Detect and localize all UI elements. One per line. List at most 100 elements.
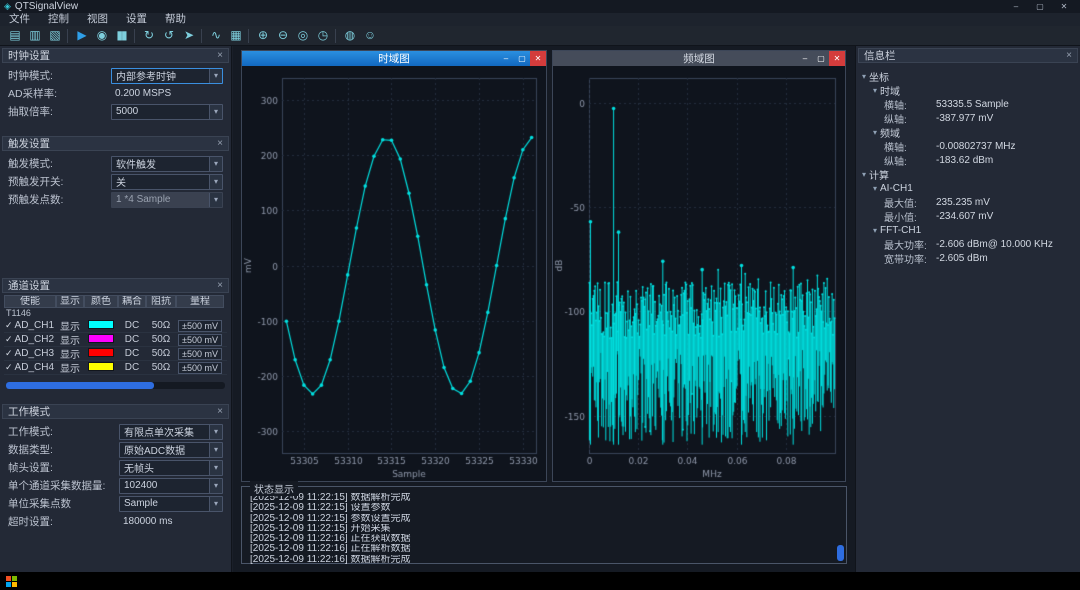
save-icon[interactable]: ▤ (4, 26, 24, 45)
collapse-arrow-icon[interactable]: ▾ (873, 226, 877, 235)
chevron-down-icon[interactable]: ▾ (209, 157, 222, 171)
channel-color-swatch[interactable] (88, 348, 114, 357)
frequency-domain-plot[interactable] (553, 66, 845, 481)
timer-icon[interactable]: ◷ (312, 26, 332, 45)
zoom-in-icon[interactable]: ⊕ (252, 26, 272, 45)
display-toggle[interactable]: 显示 (56, 346, 84, 361)
send-icon[interactable]: ➤ (178, 26, 198, 45)
collapse-arrow-icon[interactable]: ▾ (862, 72, 866, 81)
chevron-down-icon[interactable]: ▾ (209, 443, 222, 457)
work-mode-select[interactable]: 有限点单次采集▾ (119, 424, 223, 440)
sync-icon[interactable]: ↺ (158, 26, 178, 45)
user-icon[interactable]: ☺ (359, 26, 379, 45)
window-close-button[interactable]: ✕ (1052, 2, 1076, 11)
minimize-icon[interactable]: – (797, 51, 813, 66)
impedance-value[interactable]: 50Ω (146, 334, 176, 345)
close-icon[interactable]: × (217, 50, 223, 61)
channel-color-swatch[interactable] (88, 320, 114, 329)
chevron-down-icon[interactable]: ▾ (209, 497, 222, 511)
waveform-icon[interactable]: ∿ (205, 26, 225, 45)
trigger-mode-select[interactable]: 软件触发▾ (111, 156, 223, 172)
pretrigger-switch-select[interactable]: 关▾ (111, 174, 223, 190)
collapse-arrow-icon[interactable]: ▾ (873, 184, 877, 193)
menu-item-3[interactable]: 设置 (117, 13, 156, 26)
tree-node[interactable]: ▾坐标 (858, 69, 1078, 83)
data-type-select[interactable]: 原始ADC数据▾ (119, 442, 223, 458)
chevron-down-icon[interactable]: ▾ (209, 461, 222, 475)
close-icon[interactable]: ✕ (829, 51, 845, 66)
chevron-down-icon[interactable]: ▾ (209, 105, 222, 119)
range-select[interactable]: ±500 mV (178, 334, 222, 346)
range-select[interactable]: ±500 mV (178, 320, 222, 332)
close-icon[interactable]: × (217, 406, 223, 417)
channel-table-hscrollbar[interactable] (6, 382, 225, 389)
hscroll-thumb[interactable] (6, 382, 154, 389)
record-icon[interactable]: ◉ (91, 26, 111, 45)
enable-checkbox[interactable]: ✓ (5, 362, 13, 373)
export-icon[interactable]: ▧ (44, 26, 64, 45)
collapse-arrow-icon[interactable]: ▾ (873, 128, 877, 137)
close-icon[interactable]: × (217, 138, 223, 149)
samples-per-channel-select[interactable]: 102400▾ (119, 478, 223, 494)
impedance-value[interactable]: 50Ω (146, 348, 176, 359)
range-select[interactable]: ±500 mV (178, 348, 222, 360)
status-vscroll-thumb[interactable] (837, 545, 844, 561)
clock-mode-select[interactable]: 内部参考时钟▾ (111, 68, 223, 84)
coupling-value[interactable]: DC (118, 362, 146, 373)
open-icon[interactable]: ▥ (24, 26, 44, 45)
restore-icon[interactable]: ▢ (514, 51, 530, 66)
close-icon[interactable]: ✕ (530, 51, 546, 66)
menu-item-1[interactable]: 控制 (39, 13, 78, 26)
enable-checkbox[interactable]: ✓ (5, 320, 13, 331)
chevron-down-icon[interactable]: ▾ (209, 69, 222, 83)
restore-icon[interactable]: ▢ (813, 51, 829, 66)
play-icon[interactable]: ▶ (71, 26, 91, 45)
collapse-arrow-icon[interactable]: ▾ (873, 86, 877, 95)
channel-color-swatch[interactable] (88, 334, 114, 343)
coupling-value[interactable]: DC (118, 348, 146, 359)
menu-item-0[interactable]: 文件 (0, 13, 39, 26)
frame-header-select[interactable]: 无帧头▾ (119, 460, 223, 476)
tree-node[interactable]: ▾AI-CH1 (858, 181, 1078, 195)
channel-color-swatch[interactable] (88, 362, 114, 371)
window-minimize-button[interactable]: – (1004, 2, 1028, 11)
time-domain-titlebar[interactable]: 时域图 – ▢ ✕ (242, 51, 546, 66)
windows-start-button[interactable] (6, 576, 17, 587)
tree-node[interactable]: ▾计算 (858, 167, 1078, 181)
channel-grid-icon[interactable]: ▦ (225, 26, 245, 45)
display-toggle[interactable]: 显示 (56, 332, 84, 347)
window-maximize-button[interactable]: ▢ (1028, 2, 1052, 11)
pretrigger-points-select[interactable]: 1 *4 Sample▾ (111, 192, 223, 208)
chevron-down-icon[interactable]: ▾ (209, 193, 222, 207)
enable-checkbox[interactable]: ✓ (5, 348, 13, 359)
sample-unit-select[interactable]: Sample▾ (119, 496, 223, 512)
coupling-value[interactable]: DC (118, 334, 146, 345)
tree-node[interactable]: ▾FFT-CH1 (858, 223, 1078, 237)
chevron-down-icon[interactable]: ▾ (209, 425, 222, 439)
chevron-down-icon[interactable]: ▾ (209, 479, 222, 493)
decimation-select[interactable]: 5000▾ (111, 104, 223, 120)
tree-node[interactable]: ▾时域 (858, 83, 1078, 97)
coupling-value[interactable]: DC (118, 320, 146, 331)
chevron-down-icon[interactable]: ▾ (209, 175, 222, 189)
refresh-icon[interactable]: ↻ (138, 26, 158, 45)
minimize-icon[interactable]: – (498, 51, 514, 66)
zoom-out-icon[interactable]: ⊖ (272, 26, 292, 45)
impedance-value[interactable]: 50Ω (146, 320, 176, 331)
pause-icon[interactable]: ▮▮ (111, 26, 131, 45)
frequency-domain-titlebar[interactable]: 频域图 – ▢ ✕ (553, 51, 845, 66)
impedance-value[interactable]: 50Ω (146, 362, 176, 373)
close-icon[interactable]: × (1066, 50, 1072, 61)
menu-item-2[interactable]: 视图 (78, 13, 117, 26)
range-select[interactable]: ±500 mV (178, 362, 222, 374)
display-toggle[interactable]: 显示 (56, 360, 84, 375)
menu-item-4[interactable]: 帮助 (156, 13, 195, 26)
globe-icon[interactable]: ◍ (339, 26, 359, 45)
display-toggle[interactable]: 显示 (56, 318, 84, 333)
close-icon[interactable]: × (217, 280, 223, 291)
tree-node[interactable]: ▾频域 (858, 125, 1078, 139)
time-domain-plot[interactable] (242, 66, 546, 481)
enable-checkbox[interactable]: ✓ (5, 334, 13, 345)
collapse-arrow-icon[interactable]: ▾ (862, 170, 866, 179)
power-icon[interactable]: ◎ (292, 26, 312, 45)
